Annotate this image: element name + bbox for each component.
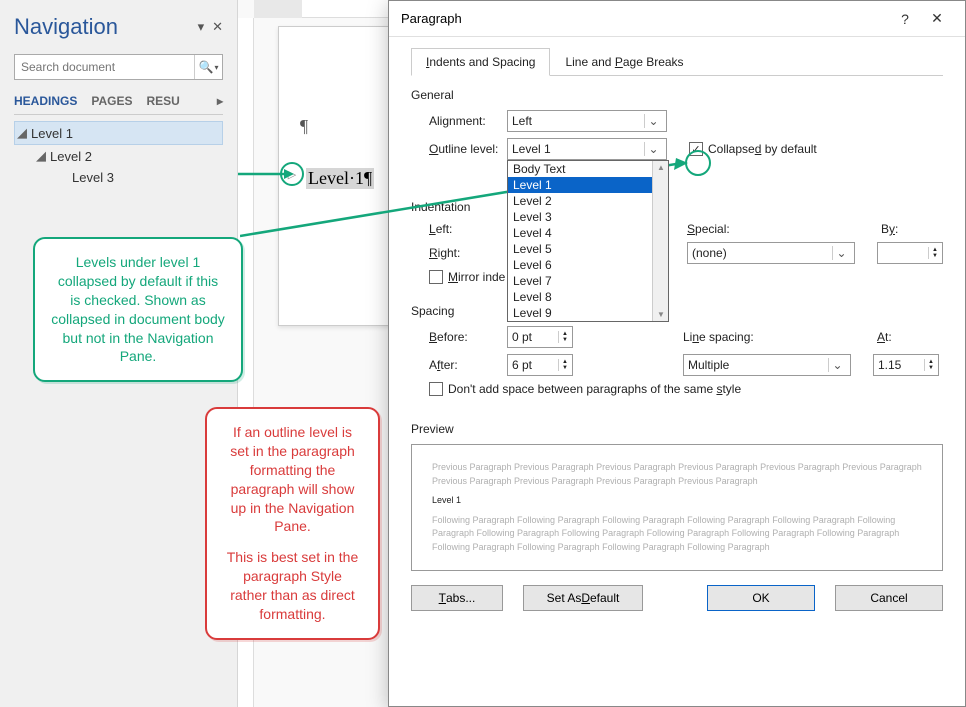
nav-title: Navigation	[14, 14, 118, 40]
dialog-button-row: Tabs... Set As Default OK Cancel	[389, 571, 965, 625]
dropdown-option[interactable]: Level 6	[508, 257, 668, 273]
tab-line-page-breaks[interactable]: Line and Page Breaks	[550, 48, 698, 76]
tab-overflow-icon[interactable]: ▸	[217, 94, 223, 108]
dropdown-option[interactable]: Level 9	[508, 305, 668, 321]
search-document[interactable]: 🔍▾	[14, 54, 223, 80]
help-icon[interactable]: ?	[889, 4, 921, 34]
tabs-button[interactable]: Tabs...	[411, 585, 503, 611]
preview-label: Preview	[411, 422, 943, 436]
tree-item-level1[interactable]: ◢Level 1	[14, 121, 223, 145]
close-icon[interactable]: ✕	[921, 4, 953, 34]
headings-tree: ◢Level 1 ◢Level 2 Level 3	[14, 121, 223, 188]
preview-box: Previous Paragraph Previous Paragraph Pr…	[411, 444, 943, 571]
tree-item-level3[interactable]: Level 3	[14, 167, 223, 188]
collapse-triangle-icon[interactable]: ▷	[280, 162, 304, 186]
dropdown-option[interactable]: Level 1	[508, 177, 668, 193]
callout-green: Levels under level 1 collapsed by defaul…	[33, 237, 243, 382]
after-spinner[interactable]: 6 pt▲▼	[507, 354, 573, 376]
indent-left-label: Left:	[411, 222, 507, 236]
after-label: After:	[411, 358, 507, 372]
ok-button[interactable]: OK	[707, 585, 815, 611]
line-spacing-label: Line spacing:	[683, 330, 783, 344]
tree-item-level2[interactable]: ◢Level 2	[14, 145, 223, 167]
dont-add-space-checkbox[interactable]	[429, 382, 443, 396]
collapsed-label: Collapsed by default	[708, 142, 817, 156]
tab-results[interactable]: RESU	[146, 94, 179, 108]
outline-level-combo[interactable]: Level 1⌄ Body Text Level 1 Level 2 Level…	[507, 138, 667, 160]
nav-close-icon[interactable]: ✕	[212, 19, 223, 35]
chevron-down-icon: ⌄	[644, 142, 662, 156]
special-combo[interactable]: (none)⌄	[687, 242, 855, 264]
indentation-label: Indentation	[411, 200, 943, 214]
dropdown-option[interactable]: Level 2	[508, 193, 668, 209]
dialog-tabs: IIndents and Spacingndents and Spacing L…	[411, 47, 943, 76]
preview-current: Level 1	[432, 494, 922, 508]
at-spinner[interactable]: 1.15▲▼	[873, 354, 939, 376]
search-input[interactable]	[15, 60, 194, 74]
at-label: At:	[877, 330, 892, 344]
dropdown-option[interactable]: Level 5	[508, 241, 668, 257]
before-label: Before:	[411, 330, 507, 344]
chevron-down-icon: ⌄	[644, 114, 662, 128]
dropdown-option[interactable]: Level 4	[508, 225, 668, 241]
set-default-button[interactable]: Set As Default	[523, 585, 643, 611]
mirror-label: Mirror inde	[448, 270, 505, 284]
outline-level-label: Outline level:	[411, 142, 507, 156]
preview-previous: Previous Paragraph Previous Paragraph Pr…	[432, 461, 922, 488]
dont-add-space-label: Don't add space between paragraphs of th…	[448, 382, 741, 396]
tab-pages[interactable]: PAGES	[91, 94, 132, 108]
nav-tabs: HEADINGS PAGES RESU ▸	[14, 94, 223, 115]
by-label: By:	[881, 222, 898, 236]
alignment-combo[interactable]: Left⌄	[507, 110, 667, 132]
tab-headings[interactable]: HEADINGS	[14, 94, 77, 108]
nav-dropdown-icon[interactable]: ▾	[198, 19, 205, 35]
chevron-down-icon: ⌄	[832, 246, 850, 260]
dialog-titlebar[interactable]: Paragraph ? ✕	[389, 1, 965, 37]
dropdown-option[interactable]: Level 8	[508, 289, 668, 305]
outline-dropdown-list: Body Text Level 1 Level 2 Level 3 Level …	[507, 160, 669, 322]
special-label: Special:	[687, 222, 761, 236]
before-spinner[interactable]: 0 pt▲▼	[507, 326, 573, 348]
preview-following: Following Paragraph Following Paragraph …	[432, 514, 922, 555]
cancel-button[interactable]: Cancel	[835, 585, 943, 611]
search-icon[interactable]: 🔍▾	[194, 55, 222, 79]
indent-right-label: Right:	[411, 246, 507, 260]
dropdown-option[interactable]: Body Text	[508, 161, 668, 177]
heading-text-level1[interactable]: Level·1¶	[306, 168, 374, 189]
alignment-label: Alignment:	[411, 114, 507, 128]
collapsed-checkbox[interactable]: ✓	[689, 142, 703, 156]
chevron-down-icon: ⌄	[828, 358, 846, 372]
by-spinner[interactable]: ▲▼	[877, 242, 943, 264]
dialog-title: Paragraph	[401, 11, 462, 26]
mirror-checkbox[interactable]	[429, 270, 443, 284]
tab-indents-spacing[interactable]: IIndents and Spacingndents and Spacing	[411, 48, 550, 76]
paragraph-mark: ¶	[300, 116, 308, 137]
line-spacing-combo[interactable]: Multiple⌄	[683, 354, 851, 376]
dropdown-option[interactable]: Level 3	[508, 209, 668, 225]
general-label: General	[411, 88, 943, 102]
paragraph-dialog: Paragraph ? ✕ IIndents and Spacingndents…	[388, 0, 966, 707]
dropdown-option[interactable]: Level 7	[508, 273, 668, 289]
callout-red: If an outline level is set in the paragr…	[205, 407, 380, 640]
dropdown-scrollbar[interactable]	[652, 161, 668, 321]
spacing-label: Spacing	[411, 304, 943, 318]
